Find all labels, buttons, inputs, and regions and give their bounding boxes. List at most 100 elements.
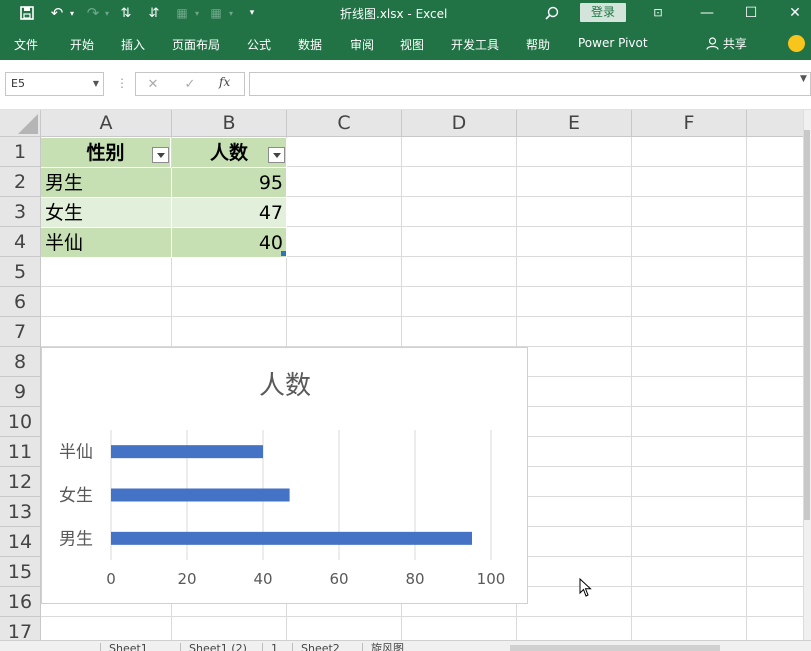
row-header-3[interactable]: 3	[0, 197, 41, 227]
gridline-horizontal	[41, 616, 803, 617]
column-header-b[interactable]: B	[172, 110, 287, 137]
row-header-15[interactable]: 15	[0, 557, 41, 587]
tab-power-pivot[interactable]: Power Pivot	[578, 36, 648, 50]
tab-page-layout[interactable]: 页面布局	[172, 36, 220, 53]
sheet-tab[interactable]: Sheet2	[292, 643, 340, 651]
row-header-8[interactable]: 8	[0, 347, 41, 377]
row-header-11[interactable]: 11	[0, 437, 41, 467]
sheet-tab[interactable]: Sheet1 (2)	[180, 643, 247, 651]
cell-a4[interactable]: 半仙	[41, 228, 172, 258]
gridline-horizontal	[41, 316, 803, 317]
row-header-17[interactable]: 17	[0, 617, 41, 640]
table2-dropdown-icon[interactable]: ▾	[226, 2, 236, 24]
gridline-vertical	[746, 137, 747, 640]
chart-tick-label: 40	[253, 570, 272, 588]
name-box[interactable]: E5 ▼	[5, 72, 104, 96]
column-header-f[interactable]: F	[632, 110, 747, 137]
filter-dropdown-icon[interactable]	[268, 147, 285, 163]
bar-chart[interactable]: 人数 0 20 40 60 80 100 男生 女生 半仙	[41, 347, 528, 604]
worksheet-grid[interactable]: ABCDEF 1 2 3 4 5 6 7 8 9 10 11 12 13 14 15 16 17 性别 人数 男…	[0, 110, 803, 640]
vertical-scroll-thumb[interactable]	[804, 130, 810, 520]
user-icon	[706, 37, 723, 51]
chevron-down-icon[interactable]: ▼	[93, 73, 99, 95]
cancel-icon[interactable]: ✕	[142, 75, 164, 95]
enter-icon[interactable]: ✓	[179, 75, 201, 95]
row-header-9[interactable]: 9	[0, 377, 41, 407]
select-all-button[interactable]	[0, 110, 41, 137]
redo-dropdown-icon[interactable]: ▾	[102, 2, 112, 24]
column-header-partial[interactable]	[747, 110, 803, 137]
filter-dropdown-icon[interactable]	[152, 147, 169, 163]
row-header-6[interactable]: 6	[0, 287, 41, 317]
sheet-tab[interactable]: 1	[262, 643, 278, 651]
close-icon[interactable]: ✕	[780, 3, 810, 23]
chart-bar	[111, 531, 472, 545]
column-header-e[interactable]: E	[517, 110, 632, 137]
chart-category-label: 半仙	[59, 443, 93, 463]
sheet-tab[interactable]: Sheet1	[100, 643, 148, 651]
row-header-13[interactable]: 13	[0, 497, 41, 527]
tab-data[interactable]: 数据	[298, 36, 322, 53]
row-header-2[interactable]: 2	[0, 167, 41, 197]
login-button[interactable]: 登录	[580, 3, 626, 22]
search-icon[interactable]	[541, 2, 563, 24]
cell-b2[interactable]: 95	[172, 168, 287, 198]
tab-insert[interactable]: 插入	[121, 36, 145, 53]
tab-formulas[interactable]: 公式	[247, 36, 271, 53]
tab-review[interactable]: 审阅	[350, 36, 374, 53]
share-label: 共享	[722, 37, 747, 51]
cell-a2[interactable]: 男生	[41, 168, 172, 198]
more-dots-icon[interactable]: ⋮	[116, 76, 128, 90]
save-icon[interactable]	[17, 2, 37, 24]
tab-home[interactable]: 开始	[70, 36, 94, 53]
insert-function-icon[interactable]: fx	[219, 75, 230, 89]
row-header-12[interactable]: 12	[0, 467, 41, 497]
mouse-cursor-icon	[579, 577, 592, 602]
row-header-5[interactable]: 5	[0, 257, 41, 287]
table-resize-handle[interactable]	[281, 251, 286, 256]
table-dropdown-icon[interactable]: ▾	[192, 2, 202, 24]
name-box-value: E5	[11, 77, 25, 90]
tab-view[interactable]: 视图	[400, 36, 424, 53]
column-header-d[interactable]: D	[402, 110, 517, 137]
redo-icon[interactable]: ↷	[82, 2, 104, 24]
tab-file[interactable]: 文件	[14, 36, 38, 53]
chart-tick-label: 60	[329, 570, 348, 588]
cell-b4[interactable]: 40	[172, 228, 287, 258]
column-header-a[interactable]: A	[41, 110, 172, 137]
row-header-7[interactable]: 7	[0, 317, 41, 347]
tab-developer[interactable]: 开发工具	[451, 36, 499, 53]
feedback-smiley-icon[interactable]	[788, 35, 805, 52]
chart-tick-label: 0	[106, 570, 116, 588]
customize-icon[interactable]: ▾	[244, 2, 260, 24]
row-header-14[interactable]: 14	[0, 527, 41, 557]
horizontal-scroll-thumb[interactable]	[510, 645, 720, 651]
row-header-4[interactable]: 4	[0, 227, 41, 257]
formula-input[interactable]	[249, 72, 811, 96]
minimize-icon[interactable]: —	[692, 3, 722, 23]
undo-dropdown-icon[interactable]: ▾	[67, 2, 77, 24]
undo-icon[interactable]: ↶	[46, 2, 68, 24]
ribbon-display-icon[interactable]: ⊡	[643, 3, 673, 23]
sheet-tab[interactable]: 旋风图	[362, 643, 404, 651]
row-header-16[interactable]: 16	[0, 587, 41, 617]
sort-asc-icon[interactable]: ⇅	[116, 2, 136, 24]
row-header-1[interactable]: 1	[0, 137, 41, 167]
ribbon-tabs: 文件 开始 插入 页面布局 公式 数据 审阅 视图 开发工具 帮助 Power …	[0, 27, 811, 60]
table2-icon[interactable]: ▦	[206, 2, 226, 24]
header-count: 人数	[209, 142, 248, 164]
column-header-c[interactable]: C	[287, 110, 402, 137]
chart-tick-label: 80	[405, 570, 424, 588]
table-icon[interactable]: ▦	[172, 2, 192, 24]
document-title: 折线图.xlsx - Excel	[340, 7, 448, 21]
chart-category-label: 男生	[59, 529, 93, 549]
expand-formula-icon[interactable]: ▼	[800, 74, 807, 84]
cell-a3[interactable]: 女生	[41, 198, 172, 228]
tab-help[interactable]: 帮助	[526, 36, 550, 53]
row-header-10[interactable]: 10	[0, 407, 41, 437]
cell-b3[interactable]: 47	[172, 198, 287, 228]
share-button[interactable]: 共享	[706, 35, 747, 52]
sort-filter-icon[interactable]: ⇵	[144, 2, 164, 24]
maximize-icon[interactable]: ☐	[736, 3, 766, 23]
chart-bar	[111, 488, 290, 502]
